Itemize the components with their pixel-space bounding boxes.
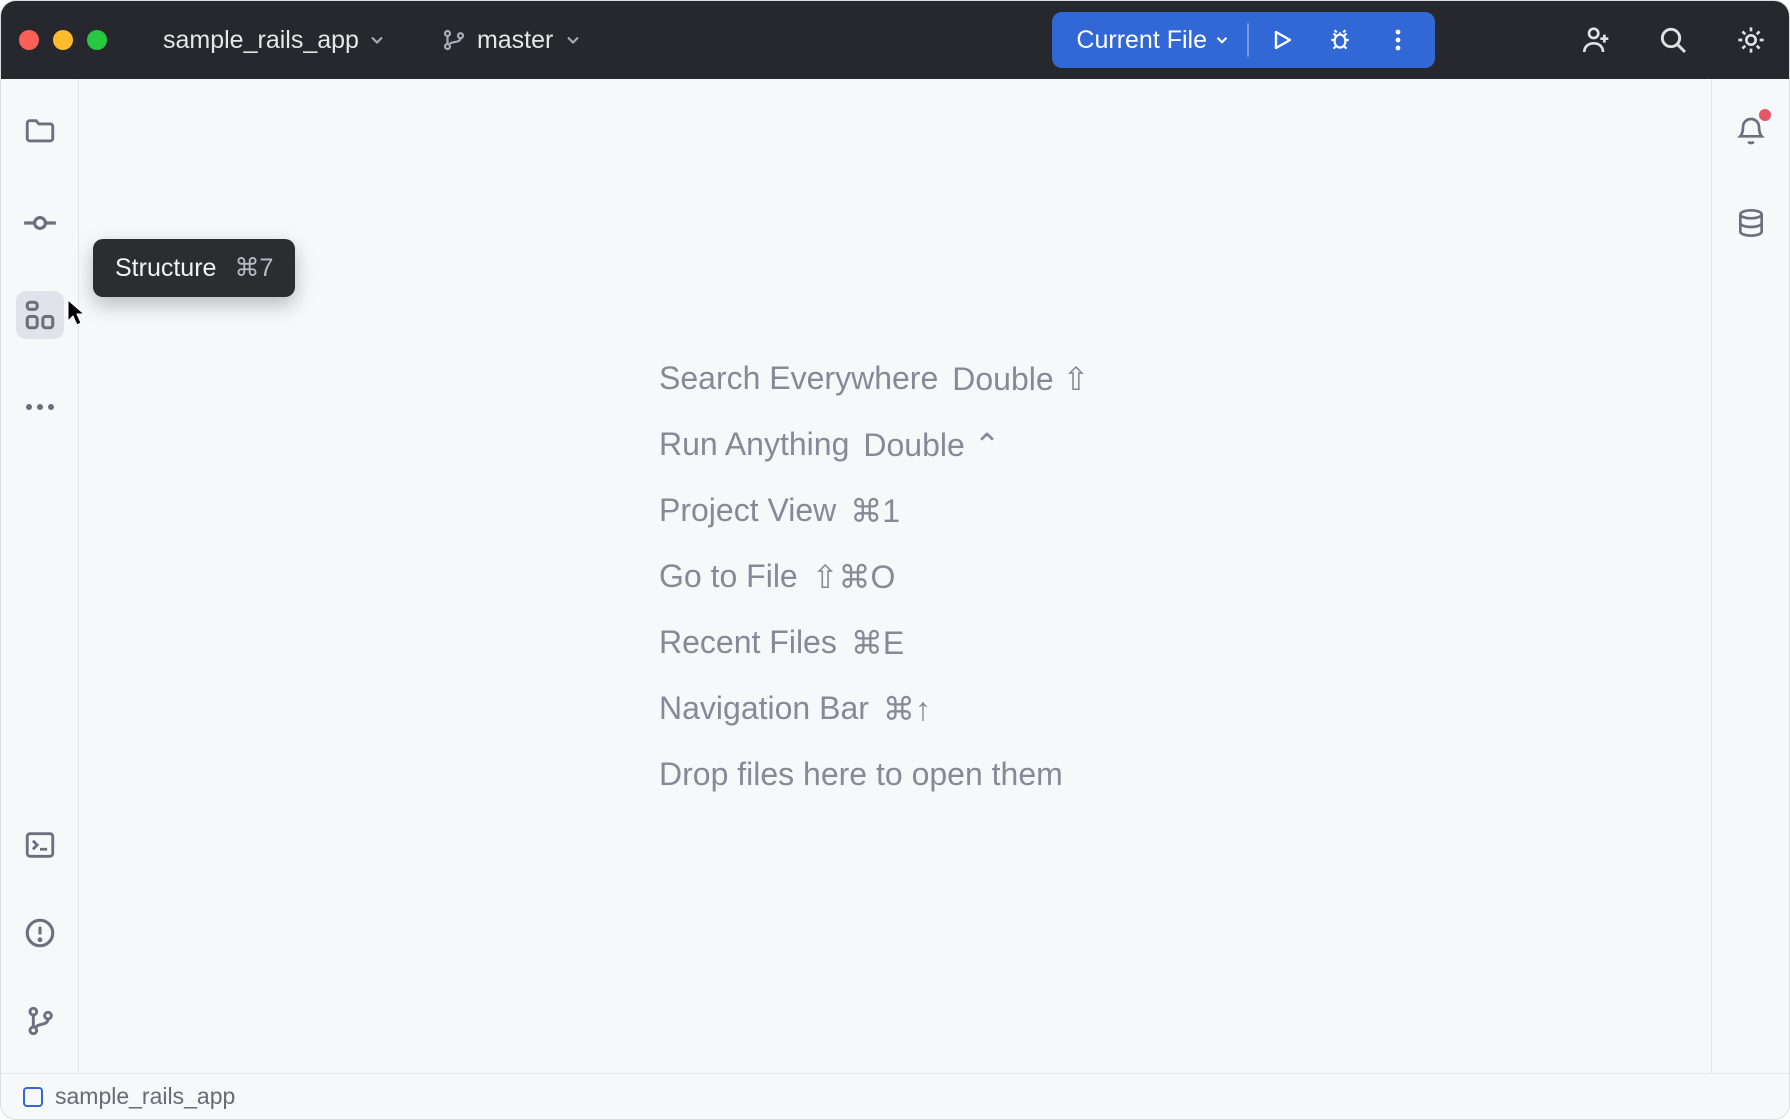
run-config-selector[interactable]: Current File: [1076, 26, 1207, 55]
run-button[interactable]: [1253, 12, 1311, 68]
branch-icon: [441, 27, 467, 53]
maximize-window-button[interactable]: [87, 30, 107, 50]
more-actions-button[interactable]: [1369, 12, 1427, 68]
structure-tooltip: Structure ⌘7: [93, 239, 295, 297]
vcs-branch-selector[interactable]: master: [441, 26, 583, 55]
window-controls: [19, 30, 107, 50]
welcome-line: Navigation Bar ⌘↑: [659, 690, 1089, 728]
module-icon: [23, 1087, 43, 1107]
welcome-label: Drop files here to open them: [659, 756, 1063, 793]
structure-tool-button[interactable]: [16, 291, 64, 339]
tooltip-shortcut: ⌘7: [234, 253, 273, 283]
problems-tool-button[interactable]: [16, 909, 64, 957]
welcome-label: Run Anything: [659, 426, 849, 463]
tooltip-label: Structure: [115, 254, 216, 283]
branch-name-label: master: [477, 26, 553, 55]
commit-tool-button[interactable]: [16, 199, 64, 247]
chevron-down-icon: [367, 30, 387, 50]
welcome-shortcut: ⌘1: [850, 492, 900, 530]
main-body: Search Everywhere Double ⇧ Run Anything …: [1, 79, 1789, 1073]
welcome-line: Project View ⌘1: [659, 492, 1089, 530]
debug-button[interactable]: [1311, 12, 1369, 68]
welcome-shortcut: ⌘↑: [883, 690, 931, 728]
right-tool-rail: [1711, 79, 1789, 1073]
welcome-shortcuts-list: Search Everywhere Double ⇧ Run Anything …: [659, 360, 1089, 793]
terminal-tool-button[interactable]: [16, 821, 64, 869]
project-selector[interactable]: sample_rails_app: [163, 26, 387, 55]
search-everywhere-button[interactable]: [1653, 20, 1693, 60]
status-project-label[interactable]: sample_rails_app: [55, 1083, 235, 1110]
project-tool-button[interactable]: [16, 107, 64, 155]
database-tool-button[interactable]: [1727, 199, 1775, 247]
more-tools-button[interactable]: [16, 383, 64, 431]
minimize-window-button[interactable]: [53, 30, 73, 50]
ide-window: sample_rails_app master Current File: [0, 0, 1790, 1120]
left-tool-rail: [1, 79, 79, 1073]
welcome-label: Navigation Bar: [659, 690, 869, 727]
run-config-widget: Current File: [1052, 12, 1435, 68]
welcome-label: Search Everywhere: [659, 360, 938, 397]
welcome-label: Recent Files: [659, 624, 837, 661]
separator: [1247, 23, 1249, 57]
notifications-tool-button[interactable]: [1727, 107, 1775, 155]
welcome-label: Go to File: [659, 558, 798, 595]
welcome-shortcut: ⇧⌘O: [812, 558, 896, 596]
mouse-cursor-icon: [67, 299, 89, 327]
code-with-me-button[interactable]: [1575, 20, 1615, 60]
editor-empty-state: Search Everywhere Double ⇧ Run Anything …: [79, 79, 1711, 1073]
welcome-label: Project View: [659, 492, 836, 529]
status-bar: sample_rails_app: [1, 1073, 1789, 1119]
welcome-line: Go to File ⇧⌘O: [659, 558, 1089, 596]
close-window-button[interactable]: [19, 30, 39, 50]
welcome-line: Search Everywhere Double ⇧: [659, 360, 1089, 398]
welcome-shortcut: Double ⇧: [952, 360, 1089, 398]
title-bar: sample_rails_app master Current File: [1, 1, 1789, 79]
welcome-shortcut: ⌘E: [851, 624, 904, 662]
settings-button[interactable]: [1731, 20, 1771, 60]
chevron-down-icon[interactable]: [1213, 31, 1231, 49]
version-control-tool-button[interactable]: [16, 997, 64, 1045]
toolbar-right: [1575, 20, 1771, 60]
project-name-label: sample_rails_app: [163, 26, 359, 55]
welcome-line: Drop files here to open them: [659, 756, 1089, 793]
welcome-shortcut: Double ⌃: [863, 426, 1000, 464]
chevron-down-icon: [563, 30, 583, 50]
welcome-line: Run Anything Double ⌃: [659, 426, 1089, 464]
welcome-line: Recent Files ⌘E: [659, 624, 1089, 662]
notification-indicator-icon: [1759, 109, 1771, 121]
